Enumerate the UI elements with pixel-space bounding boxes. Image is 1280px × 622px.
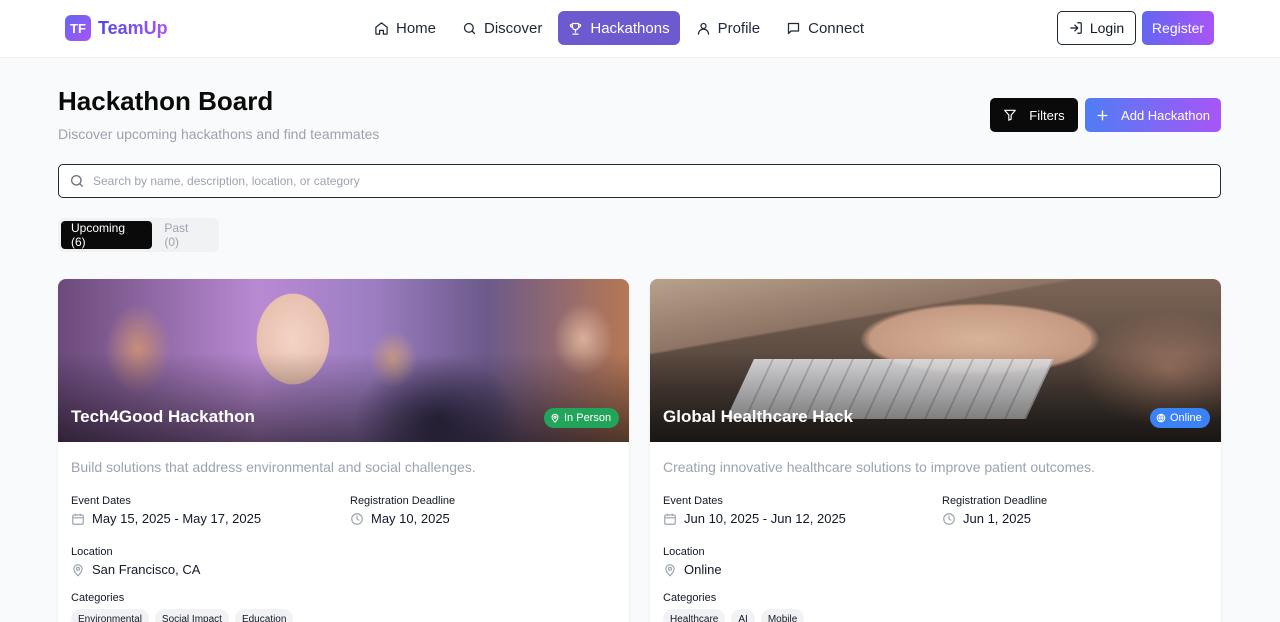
page-title: Hackathon Board <box>58 86 274 116</box>
clock-icon <box>943 512 955 525</box>
hackathon-tabs: Upcoming (6) Past (0) <box>58 218 219 252</box>
filter-icon <box>1004 109 1017 121</box>
plus-icon <box>1097 109 1108 121</box>
hackathon-description: Build solutions that address environment… <box>71 459 476 475</box>
login-button[interactable]: Login <box>1057 11 1136 45</box>
nav-item-hackathons[interactable]: Hackathons <box>558 11 680 45</box>
login-icon <box>1070 22 1082 34</box>
hackathon-card[interactable]: Global Healthcare Hack Online Creating i… <box>650 279 1221 622</box>
registration-deadline: May 10, 2025 <box>350 511 450 526</box>
registration-deadline: Jun 1, 2025 <box>942 511 1031 526</box>
mode-badge: In Person <box>544 408 620 428</box>
tab-past[interactable]: Past (0) <box>154 221 216 249</box>
registration-deadline-label: Registration Deadline <box>350 495 456 507</box>
category-chip: Environmental <box>71 609 149 622</box>
location: Online <box>663 562 722 577</box>
event-dates-value: May 15, 2025 - May 17, 2025 <box>92 511 262 526</box>
event-dates-label: Event Dates <box>663 495 723 507</box>
logo-mark: TF <box>65 15 91 41</box>
location-value: Online <box>684 562 722 577</box>
map-pin-icon <box>551 413 559 423</box>
globe-icon <box>1156 413 1166 423</box>
hackathon-title: Tech4Good Hackathon <box>71 407 255 426</box>
event-dates-value: Jun 10, 2025 - Jun 12, 2025 <box>684 511 846 526</box>
event-dates-label: Event Dates <box>71 495 131 507</box>
map-pin-icon <box>665 563 675 577</box>
nav-item-label: Discover <box>484 19 543 37</box>
filters-label: Filters <box>1029 107 1065 123</box>
calendar-icon <box>664 513 676 525</box>
app-logo[interactable]: TF TeamUp <box>65 15 168 41</box>
tab-upcoming[interactable]: Upcoming (6) <box>61 221 153 249</box>
search-icon <box>463 22 476 34</box>
registration-deadline-value: May 10, 2025 <box>371 511 450 526</box>
add-hackathon-button[interactable]: Add Hackathon <box>1085 98 1221 132</box>
trophy-icon <box>570 22 582 35</box>
search-icon <box>71 175 83 187</box>
message-icon <box>788 22 800 34</box>
nav-item-label: Profile <box>717 19 761 37</box>
search-bar <box>58 164 1221 198</box>
mode-label: In Person <box>564 412 612 424</box>
nav-item-label: Home <box>396 19 437 37</box>
nav-item-discover[interactable]: Discover <box>452 11 552 45</box>
location: San Francisco, CA <box>71 562 200 577</box>
location-label: Location <box>71 546 113 558</box>
mode-badge: Online <box>1150 408 1210 428</box>
category-list: Environmental Social Impact Education <box>71 609 294 622</box>
nav-item-connect[interactable]: Connect <box>776 11 874 45</box>
register-button[interactable]: Register <box>1142 11 1214 45</box>
category-chip: Social Impact <box>154 609 229 622</box>
home-icon <box>375 21 388 35</box>
nav-item-label: Connect <box>808 19 864 37</box>
clock-icon <box>351 512 363 525</box>
top-navbar: TF TeamUp Home Discover Hackathons Profi… <box>0 0 1280 58</box>
location-label: Location <box>663 546 705 558</box>
mode-label: Online <box>1170 412 1202 424</box>
category-chip: AI <box>731 609 755 622</box>
categories-label: Categories <box>663 592 717 604</box>
categories-label: Categories <box>71 592 125 604</box>
category-chip: Education <box>234 609 294 622</box>
filters-button[interactable]: Filters <box>990 98 1078 132</box>
registration-deadline-value: Jun 1, 2025 <box>963 511 1031 526</box>
main-nav: Home Discover Hackathons Profile Connect <box>364 11 874 45</box>
user-icon <box>697 22 709 35</box>
nav-item-profile[interactable]: Profile <box>686 11 771 45</box>
category-chip: Healthcare <box>663 609 726 622</box>
login-label: Login <box>1089 20 1125 36</box>
event-dates: Jun 10, 2025 - Jun 12, 2025 <box>663 511 846 526</box>
calendar-icon <box>72 513 84 525</box>
add-hackathon-label: Add Hackathon <box>1121 107 1210 123</box>
app-name: TeamUp <box>98 17 168 38</box>
hackathon-card[interactable]: Tech4Good Hackathon In Person Build solu… <box>58 279 629 622</box>
nav-item-home[interactable]: Home <box>364 11 446 45</box>
category-chip: Mobile <box>760 609 805 622</box>
hackathon-description: Creating innovative healthcare solutions… <box>663 459 1095 475</box>
registration-deadline-label: Registration Deadline <box>942 495 1048 507</box>
location-value: San Francisco, CA <box>92 562 201 577</box>
map-pin-icon <box>73 563 83 577</box>
search-input[interactable] <box>93 174 1193 188</box>
category-list: Healthcare AI Mobile <box>663 609 805 622</box>
page-subtitle: Discover upcoming hackathons and find te… <box>58 126 380 142</box>
hackathon-title: Global Healthcare Hack <box>663 407 853 426</box>
nav-item-label: Hackathons <box>590 19 670 37</box>
event-dates: May 15, 2025 - May 17, 2025 <box>71 511 261 526</box>
